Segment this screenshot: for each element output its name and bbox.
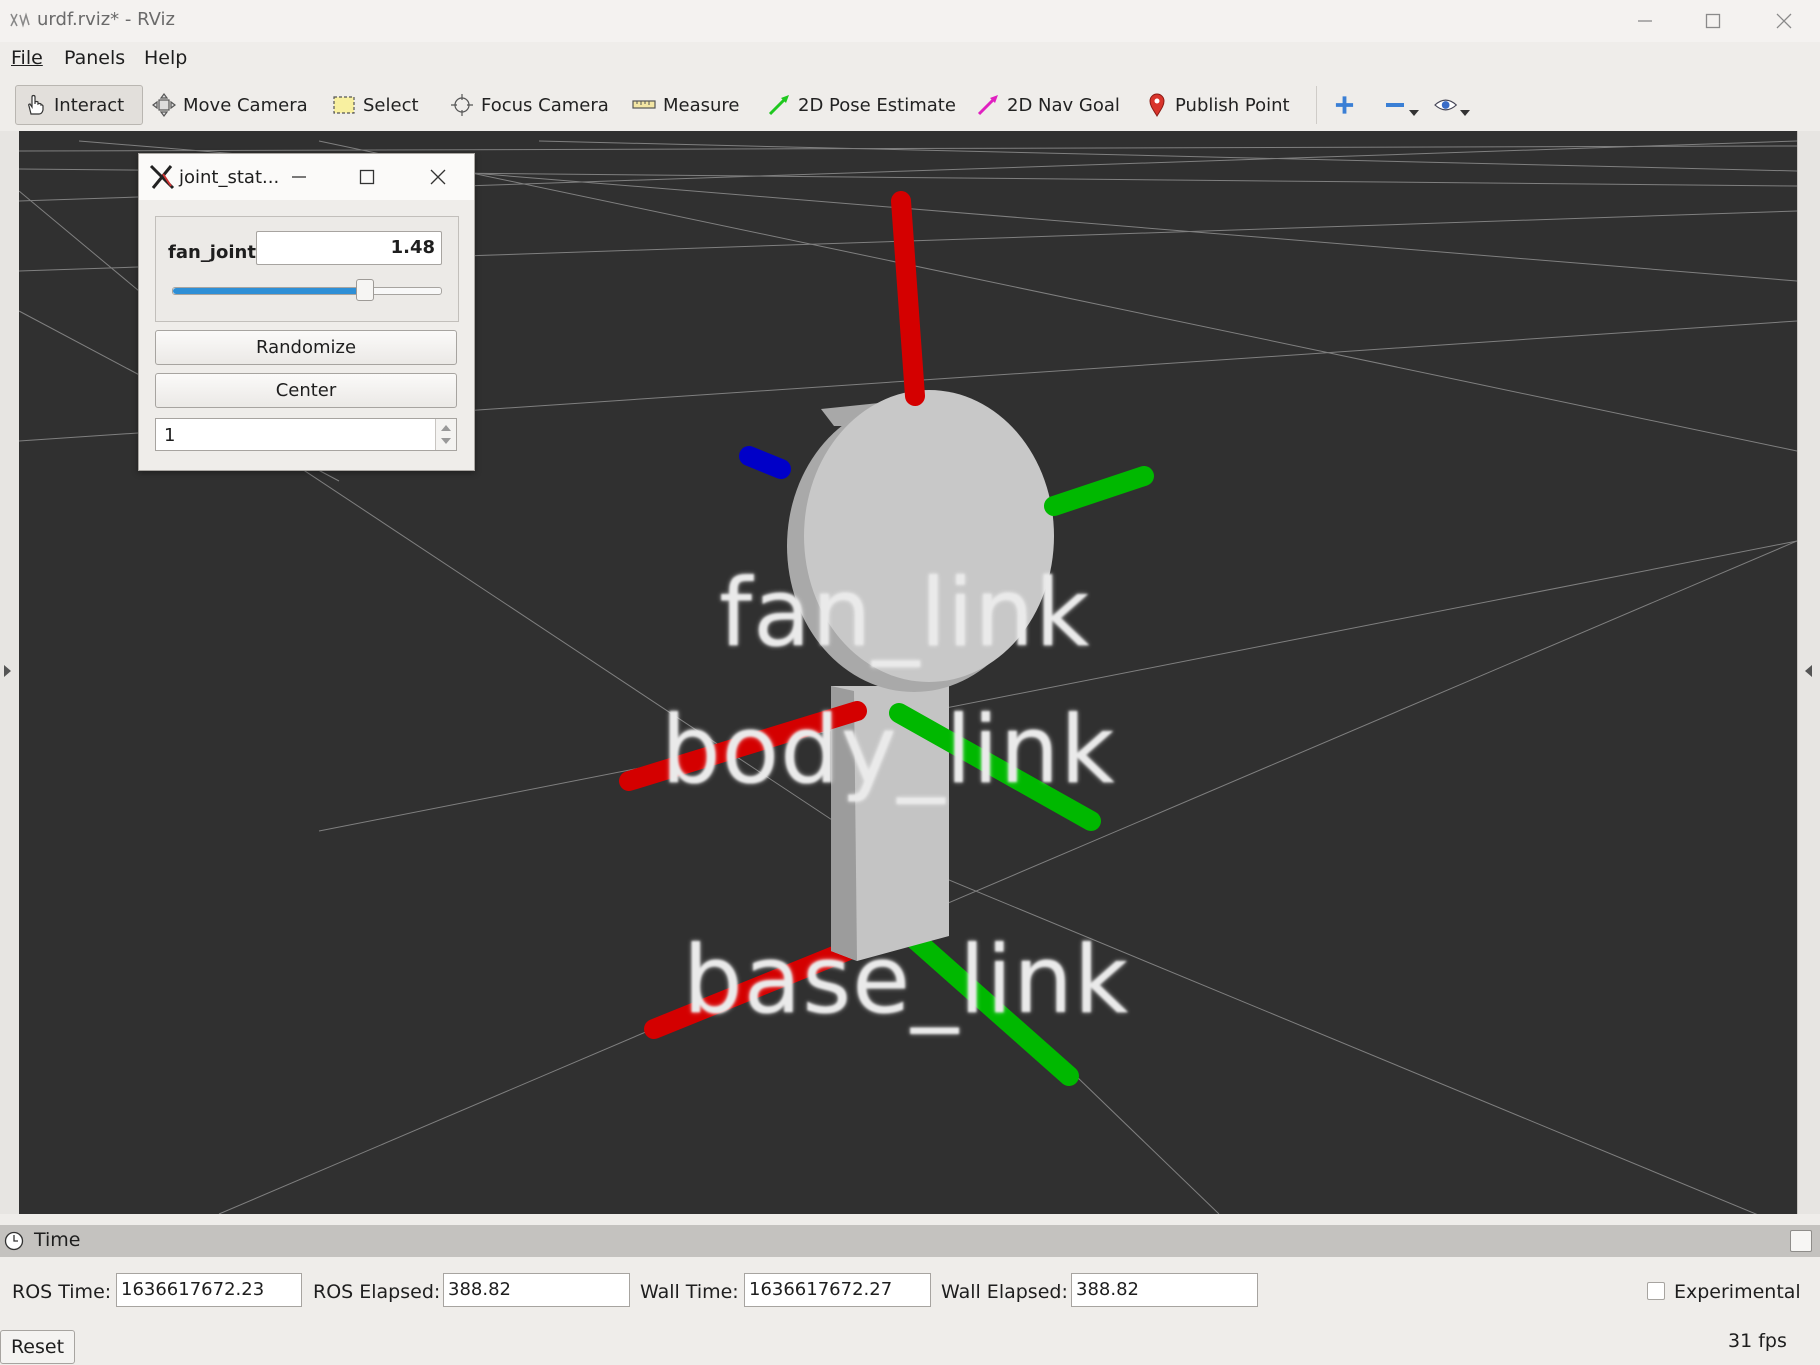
wall-time-label: Wall Time: [640, 1281, 739, 1303]
experimental-label: Experimental [1674, 1281, 1801, 1303]
fps-readout: 31 fps [1728, 1330, 1787, 1352]
wall-time-field[interactable]: 1636617672.27 [744, 1273, 931, 1307]
dropdown-arrow-icon [1409, 110, 1419, 116]
maximize-icon [1705, 13, 1721, 29]
menu-help-label: Help [144, 47, 188, 69]
dropdown-arrow-icon [1460, 110, 1470, 116]
spinbox-value: 1 [164, 425, 176, 446]
pose-estimate-label: 2D Pose Estimate [798, 94, 956, 116]
body-link-label: body_link [661, 696, 1116, 805]
menu-help[interactable]: Help [144, 47, 187, 69]
toolbar-separator [1316, 86, 1317, 124]
view-tool-button[interactable] [1434, 85, 1470, 125]
time-panel-title: Time [34, 1229, 81, 1251]
maximize-icon[interactable] [359, 169, 375, 185]
magenta-arrow-icon [977, 95, 998, 116]
move-camera-tool-button[interactable]: Move Camera [152, 85, 308, 125]
window-title: urdf.rviz* - RViz [37, 9, 175, 30]
measure-label: Measure [663, 94, 740, 116]
ros-elapsed-label: ROS Elapsed: [313, 1281, 441, 1303]
joint-name-label: fan_joint [168, 242, 256, 263]
move-camera-icon [152, 93, 176, 117]
close-icon[interactable] [430, 169, 446, 185]
nav-goal-tool-button[interactable]: 2D Nav Goal [976, 85, 1120, 125]
close-icon [1776, 13, 1792, 29]
wall-elapsed-label: Wall Elapsed: [941, 1281, 1068, 1303]
base-link-label: base_link [683, 926, 1130, 1035]
fan-link-label: fan_link [719, 559, 1091, 668]
ros-elapsed-field[interactable]: 388.82 [443, 1273, 630, 1307]
wall-elapsed-field[interactable]: 388.82 [1071, 1273, 1258, 1307]
joint-window-titlebar[interactable]: joint_stat... [139, 154, 474, 200]
spin-down-icon[interactable] [441, 438, 451, 445]
green-arrow-icon [768, 95, 789, 116]
minimize-icon [1638, 20, 1652, 22]
title-bar: urdf.rviz* - RViz [0, 0, 1820, 42]
joint-slider-handle[interactable] [355, 279, 374, 301]
move-camera-label: Move Camera [183, 94, 308, 116]
menu-panels-label: Panels [64, 47, 126, 69]
reset-button[interactable]: Reset [0, 1330, 75, 1364]
pose-estimate-tool-button[interactable]: 2D Pose Estimate [767, 85, 956, 125]
joint-slider-track[interactable] [172, 287, 442, 295]
eye-icon [1434, 99, 1458, 111]
minus-icon [1386, 103, 1404, 107]
focus-camera-icon [451, 94, 473, 116]
randomize-button[interactable]: Randomize [155, 330, 457, 365]
select-icon [333, 96, 355, 114]
menu-panels[interactable]: Panels [64, 47, 125, 69]
joint-window-title: joint_stat... [179, 167, 280, 188]
menu-file-label: File [11, 47, 43, 69]
ruler-icon [632, 100, 656, 109]
ros-time-label: ROS Time: [12, 1281, 112, 1303]
rviz-app-icon [10, 12, 30, 28]
plus-icon [1335, 96, 1354, 114]
publish-point-label: Publish Point [1175, 94, 1290, 116]
left-dock-collapse-strip[interactable] [0, 131, 20, 1214]
map-pin-icon [1149, 93, 1165, 117]
publish-point-tool-button[interactable]: Publish Point [1146, 85, 1290, 125]
experimental-checkbox[interactable] [1647, 1282, 1665, 1300]
spin-up-icon[interactable] [441, 424, 451, 431]
interact-tool-button[interactable]: Interact [15, 85, 143, 125]
clock-icon [4, 1231, 24, 1251]
select-tool-button[interactable]: Select [332, 85, 419, 125]
nav-goal-label: 2D Nav Goal [1007, 94, 1120, 116]
x11-icon [149, 164, 175, 190]
time-panel-header: Time [0, 1225, 1820, 1257]
add-tool-button[interactable] [1334, 85, 1362, 125]
spinbox[interactable]: 1 [155, 418, 457, 451]
joint-state-publisher-window: joint_stat... fan_joint 1.48 Randomize C… [138, 153, 475, 471]
center-button[interactable]: Center [155, 373, 457, 408]
joint-value-field[interactable]: 1.48 [256, 231, 442, 265]
menu-file[interactable]: File [11, 47, 43, 69]
joint-slider-group: fan_joint 1.48 [155, 216, 459, 322]
minimize-icon[interactable] [291, 169, 307, 185]
focus-camera-tool-button[interactable]: Focus Camera [450, 85, 609, 125]
hand-icon [28, 94, 44, 115]
remove-tool-button[interactable] [1384, 85, 1420, 125]
interact-label: Interact [54, 94, 125, 116]
minimize-button[interactable] [1623, 4, 1667, 38]
ros-time-field[interactable]: 1636617672.23 [116, 1273, 302, 1307]
measure-tool-button[interactable]: Measure [632, 85, 740, 125]
expand-left-arrow-icon[interactable] [4, 665, 11, 677]
joint-slider-fill [173, 288, 366, 294]
right-dock-collapse-strip[interactable] [1797, 131, 1820, 1214]
spinbox-buttons[interactable] [435, 419, 456, 450]
menu-bar [0, 42, 1820, 74]
select-label: Select [363, 94, 419, 116]
focus-camera-label: Focus Camera [481, 94, 609, 116]
expand-right-arrow-icon[interactable] [1805, 665, 1812, 677]
panel-float-button[interactable] [1790, 1230, 1812, 1252]
maximize-button[interactable] [1691, 4, 1735, 38]
close-window-button[interactable] [1762, 4, 1806, 38]
